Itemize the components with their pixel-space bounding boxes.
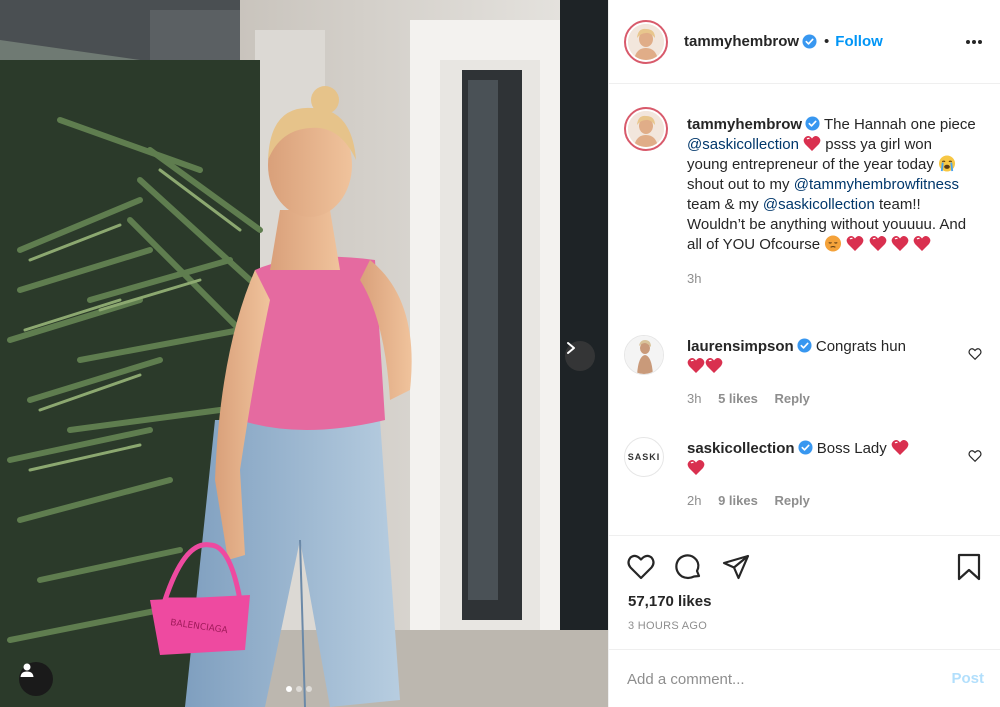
comment-meta: 3h 5 likes Reply bbox=[687, 389, 937, 409]
post-header: tammyhembrow • Follow bbox=[609, 0, 1000, 84]
comment-icon[interactable] bbox=[673, 552, 703, 582]
chevron-right-icon bbox=[567, 342, 575, 354]
avatar-image bbox=[625, 336, 663, 374]
comment-body: laurensimpson Congrats hun 3h 5 likes Re… bbox=[687, 337, 937, 409]
reply-button[interactable]: Reply bbox=[774, 391, 809, 406]
heart-emoji-icon bbox=[869, 236, 887, 251]
verified-badge-icon bbox=[802, 34, 817, 49]
comment-text: Boss Lady bbox=[816, 440, 887, 457]
like-comment-icon[interactable] bbox=[968, 449, 982, 463]
user-tag-icon bbox=[20, 663, 34, 677]
comment-input[interactable] bbox=[627, 668, 927, 690]
author-avatar[interactable] bbox=[624, 19, 668, 64]
heart-emoji-icon bbox=[913, 236, 931, 251]
post-comment-button[interactable]: Post bbox=[951, 670, 984, 687]
carousel-dot bbox=[306, 686, 312, 692]
comment-likes[interactable]: 5 likes bbox=[718, 391, 758, 406]
comment-meta: 2h 9 likes Reply bbox=[687, 491, 937, 511]
carousel-next-button[interactable] bbox=[565, 341, 595, 371]
post-details-panel: tammyhembrow • Follow tammyhembrow The H… bbox=[608, 0, 1000, 707]
heart-emoji-icon bbox=[891, 440, 909, 455]
mention-link[interactable]: @tammyhembrowfitness bbox=[794, 176, 959, 193]
comment-text: Congrats hun bbox=[815, 338, 906, 355]
avatar-logo-text: SASKI bbox=[627, 452, 661, 462]
paper-plane-icon[interactable] bbox=[721, 552, 751, 582]
more-options-icon[interactable] bbox=[964, 34, 984, 50]
like-comment-icon[interactable] bbox=[968, 347, 982, 361]
verified-badge-icon bbox=[798, 440, 813, 455]
verified-badge-icon bbox=[797, 338, 812, 353]
heart-emoji-icon bbox=[687, 460, 705, 475]
comment-likes[interactable]: 9 likes bbox=[718, 493, 758, 508]
comments-list[interactable]: tammyhembrow The Hannah one piece @saski… bbox=[609, 85, 1000, 535]
caption-time[interactable]: 3h bbox=[687, 271, 701, 286]
heart-emoji-icon bbox=[803, 136, 821, 151]
heart-emoji-icon bbox=[687, 358, 705, 373]
heart-emoji-icon bbox=[705, 358, 723, 373]
caption-username[interactable]: tammyhembrow bbox=[687, 116, 802, 133]
caption-text-part: shout out to my bbox=[687, 176, 790, 193]
verified-badge-icon bbox=[805, 116, 820, 131]
caption-text: tammyhembrow The Hannah one piece @saski… bbox=[687, 115, 977, 289]
caption-meta: 3h bbox=[687, 269, 977, 289]
likes-count[interactable]: 57,170 likes bbox=[628, 593, 711, 610]
avatar-image bbox=[628, 111, 664, 147]
carousel-dot bbox=[296, 686, 302, 692]
avatar-image bbox=[628, 23, 664, 60]
commenter-username[interactable]: saskicollection bbox=[687, 440, 795, 457]
add-comment-bar: Post bbox=[609, 649, 1000, 707]
post-photo[interactable]: BALENCIAGA bbox=[0, 0, 608, 707]
caption-text-part: team & my bbox=[687, 196, 759, 213]
bookmark-icon[interactable] bbox=[954, 552, 984, 582]
commenter-avatar[interactable] bbox=[624, 335, 664, 375]
comment-body: saskicollection Boss Lady 2h 9 likes Rep… bbox=[687, 439, 937, 511]
tagged-users-button[interactable] bbox=[19, 662, 53, 696]
caption-avatar[interactable] bbox=[624, 107, 668, 151]
comment-time[interactable]: 2h bbox=[687, 493, 701, 508]
crying-face-emoji-icon bbox=[938, 155, 956, 172]
mention-link[interactable]: @saskicollection bbox=[687, 136, 799, 153]
heart-emoji-icon bbox=[847, 236, 864, 251]
comment-time[interactable]: 3h bbox=[687, 391, 701, 406]
caption-text-part: The Hannah one piece bbox=[823, 116, 976, 133]
post-image: BALENCIAGA bbox=[0, 0, 608, 707]
heart-icon[interactable] bbox=[626, 552, 656, 582]
heart-emoji-icon bbox=[891, 236, 909, 251]
author-username[interactable]: tammyhembrow bbox=[684, 33, 799, 50]
mention-link[interactable]: @saskicollection bbox=[763, 196, 875, 213]
pensive-face-emoji-icon bbox=[825, 235, 842, 252]
carousel-indicator bbox=[286, 686, 312, 692]
header-separator: • bbox=[824, 33, 830, 50]
commenter-avatar[interactable]: SASKI bbox=[624, 437, 664, 477]
post-timestamp[interactable]: 3 HOURS AGO bbox=[628, 620, 707, 632]
post-actions: 57,170 likes 3 HOURS AGO bbox=[609, 535, 1000, 647]
follow-button[interactable]: Follow bbox=[835, 33, 883, 50]
commenter-username[interactable]: laurensimpson bbox=[687, 338, 794, 355]
reply-button[interactable]: Reply bbox=[774, 493, 809, 508]
carousel-dot bbox=[286, 686, 292, 692]
